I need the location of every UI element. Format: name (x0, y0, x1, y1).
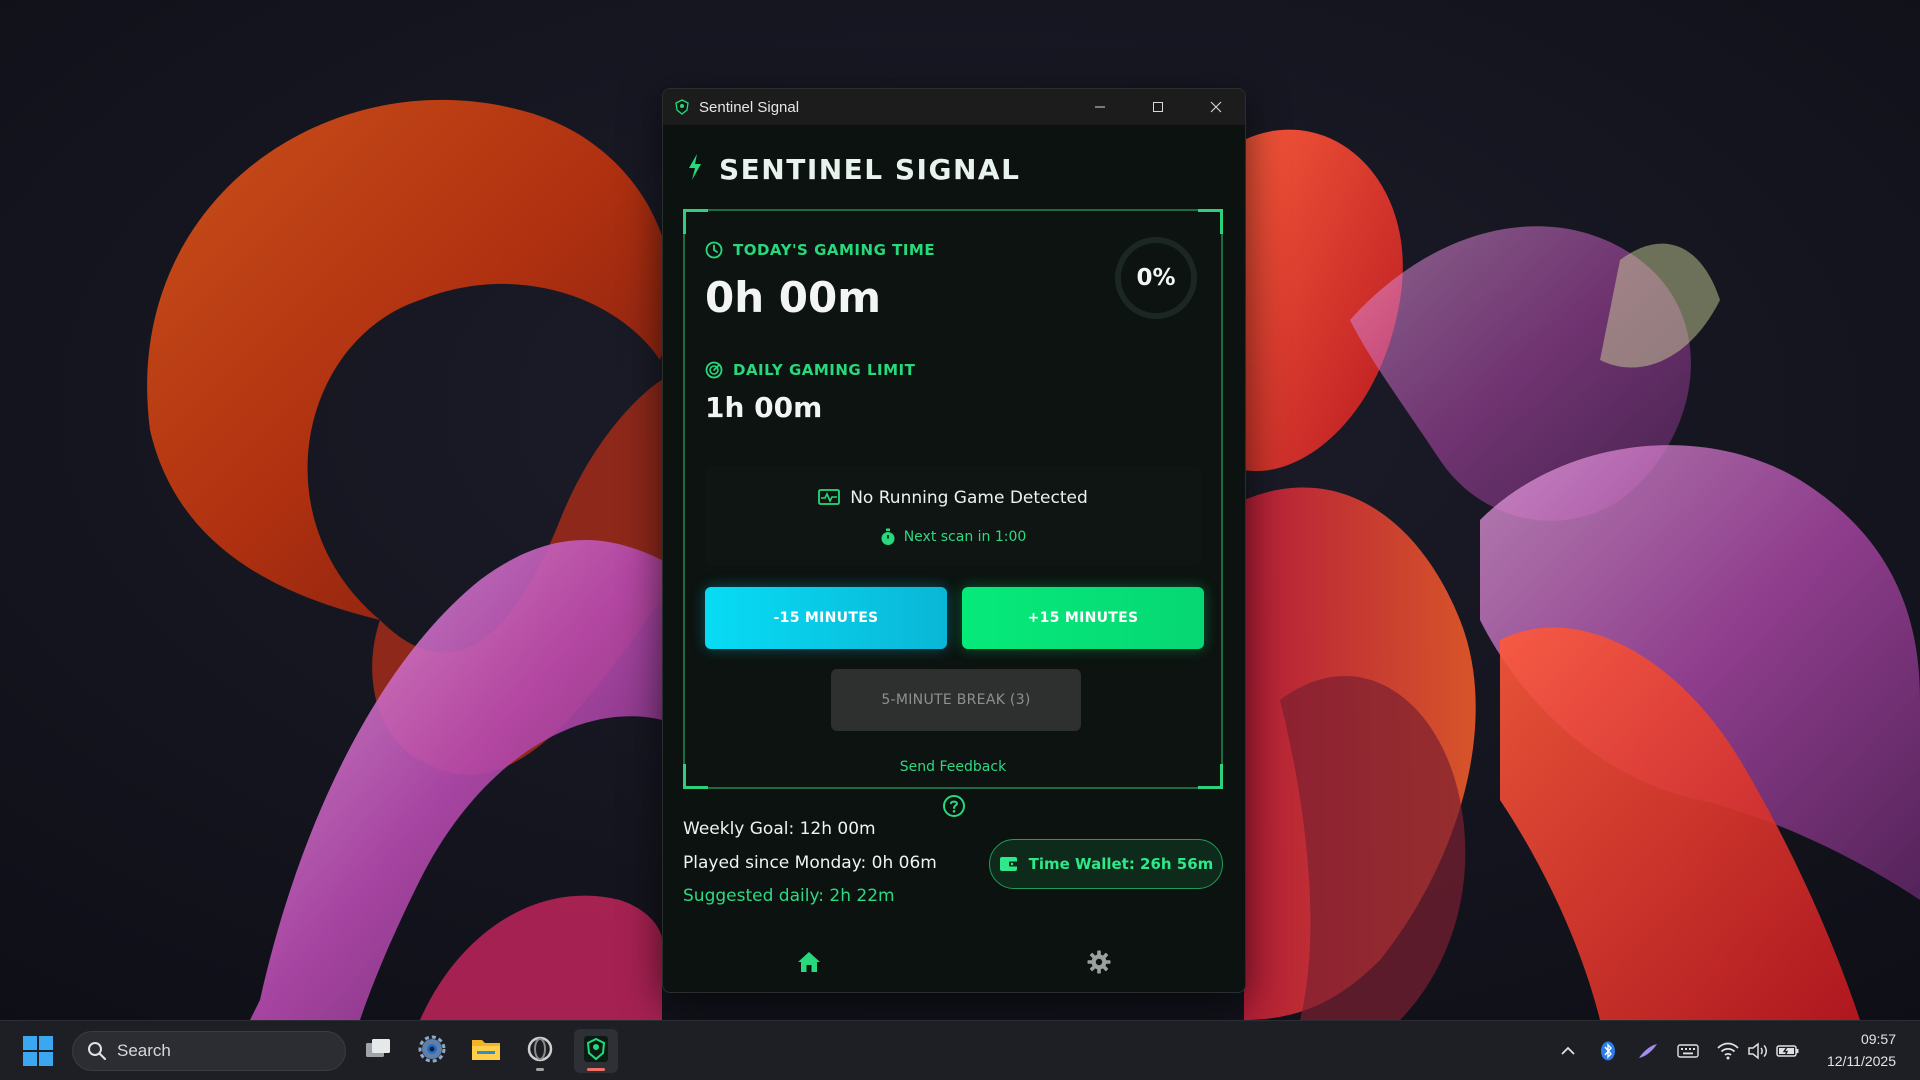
taskbar-clock-date[interactable]: 12/11/2025 (1800, 1053, 1896, 1069)
minus-15-minutes-button[interactable]: -15 MINUTES (705, 587, 947, 649)
taskbar-sentinel-signal[interactable] (574, 1029, 618, 1073)
taskbar-task-view[interactable] (356, 1029, 400, 1073)
card-corner (1198, 209, 1223, 234)
browser-icon (526, 1035, 554, 1067)
pen-icon[interactable] (1636, 1039, 1660, 1063)
next-scan: Next scan in 1:00 (705, 528, 1201, 546)
limit-label-text: DAILY GAMING LIMIT (733, 361, 916, 379)
sentinel-signal-window: Sentinel Signal SENTINEL SIGNAL TODAY'S … (662, 88, 1246, 993)
game-status-text: No Running Game Detected (850, 488, 1088, 508)
chevron-up-icon[interactable] (1556, 1039, 1580, 1063)
search-icon (87, 1041, 107, 1061)
window-titlebar[interactable]: Sentinel Signal (663, 89, 1245, 125)
nav-home-button[interactable] (794, 949, 824, 979)
keyboard-icon[interactable] (1676, 1039, 1700, 1063)
daily-gaming-limit-value: 1h 00m (705, 391, 823, 424)
minimize-button[interactable] (1071, 89, 1129, 125)
sentinel-signal-icon (583, 1035, 609, 1067)
file-explorer-icon (471, 1036, 501, 1066)
clock-icon (705, 241, 723, 259)
radar-icon (705, 361, 723, 379)
today-label-text: TODAY'S GAMING TIME (733, 241, 936, 259)
plus-15-minutes-button[interactable]: +15 MINUTES (962, 587, 1204, 649)
monitor-pulse-icon (818, 489, 841, 507)
close-button[interactable] (1187, 89, 1245, 125)
progress-percent: 0% (1136, 265, 1176, 291)
gaming-time-card: TODAY'S GAMING TIME 0h 00m 0% DAILY GAMI… (683, 209, 1223, 789)
app-heading: SENTINEL SIGNAL (719, 152, 1021, 186)
taskbar-settings[interactable] (410, 1029, 454, 1073)
lightning-bolt-icon (687, 154, 703, 184)
taskbar-browser[interactable] (518, 1029, 562, 1073)
bluetooth-icon[interactable] (1596, 1039, 1620, 1063)
close-icon (1210, 98, 1222, 117)
taskbar-file-explorer[interactable] (464, 1029, 508, 1073)
daily-gaming-limit-label: DAILY GAMING LIMIT (705, 361, 915, 379)
task-view-icon (364, 1037, 392, 1065)
stopwatch-icon (880, 528, 896, 546)
gear-icon (1087, 950, 1111, 978)
taskbar-clock-time[interactable]: 09:57 (1800, 1031, 1896, 1047)
wifi-icon[interactable] (1716, 1039, 1740, 1063)
maximize-icon (1152, 98, 1164, 117)
search-placeholder: Search (117, 1041, 171, 1060)
wallet-icon (999, 855, 1019, 873)
active-indicator (587, 1068, 605, 1071)
five-minute-break-button[interactable]: 5-MINUTE BREAK (3) (831, 669, 1081, 731)
nav-settings-button[interactable] (1084, 949, 1114, 979)
played-since-monday: Played since Monday: 0h 06m (683, 853, 937, 873)
taskbar-search-box[interactable]: Search (72, 1031, 346, 1071)
next-scan-text: Next scan in 1:00 (903, 529, 1027, 545)
settings-icon (418, 1035, 446, 1067)
window-title: Sentinel Signal (699, 98, 800, 116)
weekly-goal: Weekly Goal: 12h 00m (683, 819, 876, 839)
today-gaming-time-label: TODAY'S GAMING TIME (705, 241, 935, 259)
volume-icon[interactable] (1746, 1039, 1770, 1063)
today-gaming-time-value: 0h 00m (705, 273, 881, 322)
taskbar: Search 09:57 12/11/2025 (0, 1020, 1920, 1080)
sentinel-app-icon (673, 98, 691, 116)
help-icon[interactable] (942, 794, 966, 818)
card-corner (683, 209, 708, 234)
time-wallet-label: Time Wallet: 26h 56m (1028, 855, 1214, 873)
home-icon (797, 951, 821, 977)
app-header: SENTINEL SIGNAL (687, 149, 1020, 189)
send-feedback-link[interactable]: Send Feedback (685, 759, 1221, 775)
start-button[interactable] (22, 1035, 56, 1069)
suggested-daily: Suggested daily: 2h 22m (683, 886, 895, 906)
minimize-icon (1094, 98, 1106, 117)
battery-icon[interactable] (1776, 1039, 1800, 1063)
running-indicator (536, 1068, 544, 1071)
maximize-button[interactable] (1129, 89, 1187, 125)
game-status-panel: No Running Game Detected Next scan in 1:… (705, 466, 1201, 566)
game-status: No Running Game Detected (705, 488, 1201, 508)
time-wallet-button[interactable]: Time Wallet: 26h 56m (989, 839, 1223, 889)
